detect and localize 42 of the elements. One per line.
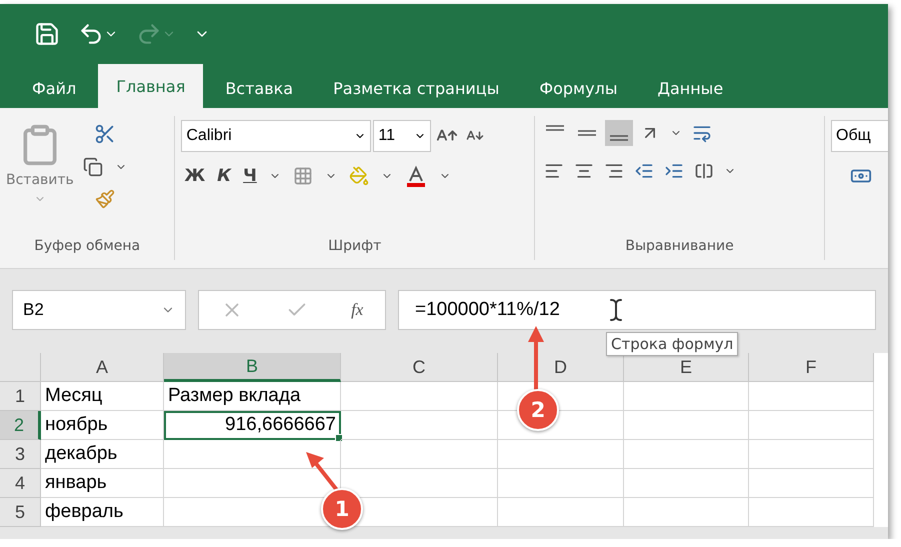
table-cell: 916,6666667 (164, 411, 341, 440)
ribbon-tab[interactable]: Формулы (521, 68, 636, 108)
font-size-field[interactable]: 11 (373, 120, 432, 152)
fill-handle[interactable] (335, 434, 343, 442)
bold-button[interactable]: Ж (181, 163, 208, 189)
ribbon-tab[interactable]: Вставка (207, 68, 312, 108)
ribbon-tab[interactable]: Главная (98, 64, 204, 108)
paste-button[interactable]: Вставить (6, 172, 74, 188)
column-header[interactable]: B (164, 353, 341, 382)
insert-function-button[interactable]: fx (348, 297, 366, 323)
column-header[interactable]: E (624, 353, 749, 382)
tooltip: Строка формул (606, 332, 738, 356)
underline-button[interactable]: Ч (240, 163, 260, 189)
column-header[interactable]: C (341, 353, 498, 382)
table-cell: Размер вклада (164, 382, 341, 411)
group-label: Шрифт (327, 238, 382, 256)
formula-field[interactable]: =100000*11%/12 (398, 290, 876, 330)
row-header[interactable]: 2 (0, 411, 41, 440)
table-cell: декабрь (41, 440, 164, 469)
row-header[interactable]: 5 (0, 498, 41, 527)
column-header[interactable]: F (749, 353, 874, 382)
group-label: Буфер обмена (33, 238, 142, 256)
row-header[interactable]: 4 (0, 469, 41, 498)
undo-icon[interactable] (78, 21, 118, 47)
table-cell: январь (41, 469, 164, 498)
row-header[interactable]: 1 (0, 382, 41, 411)
save-icon[interactable] (34, 21, 60, 47)
font-name-field[interactable]: Calibri (181, 120, 372, 152)
italic-button[interactable]: К (214, 163, 234, 189)
table-cell: ноябрь (41, 411, 164, 440)
table-cell: Месяц (41, 382, 164, 411)
group-label: Выравнивание (624, 238, 735, 256)
bottom-align-icon[interactable] (605, 120, 634, 146)
name-box[interactable]: B2 (12, 290, 186, 330)
ribbon-tab[interactable]: Файл (14, 68, 94, 108)
ribbon-tab[interactable]: Разметка страницы (315, 68, 518, 108)
table-cell: февраль (41, 498, 164, 527)
row-header[interactable]: 3 (0, 440, 41, 469)
column-header[interactable]: A (41, 353, 164, 382)
number-format-field[interactable]: Общ (831, 120, 888, 152)
ribbon-tab[interactable]: Данные (639, 68, 742, 108)
column-header[interactable]: D (498, 353, 624, 382)
